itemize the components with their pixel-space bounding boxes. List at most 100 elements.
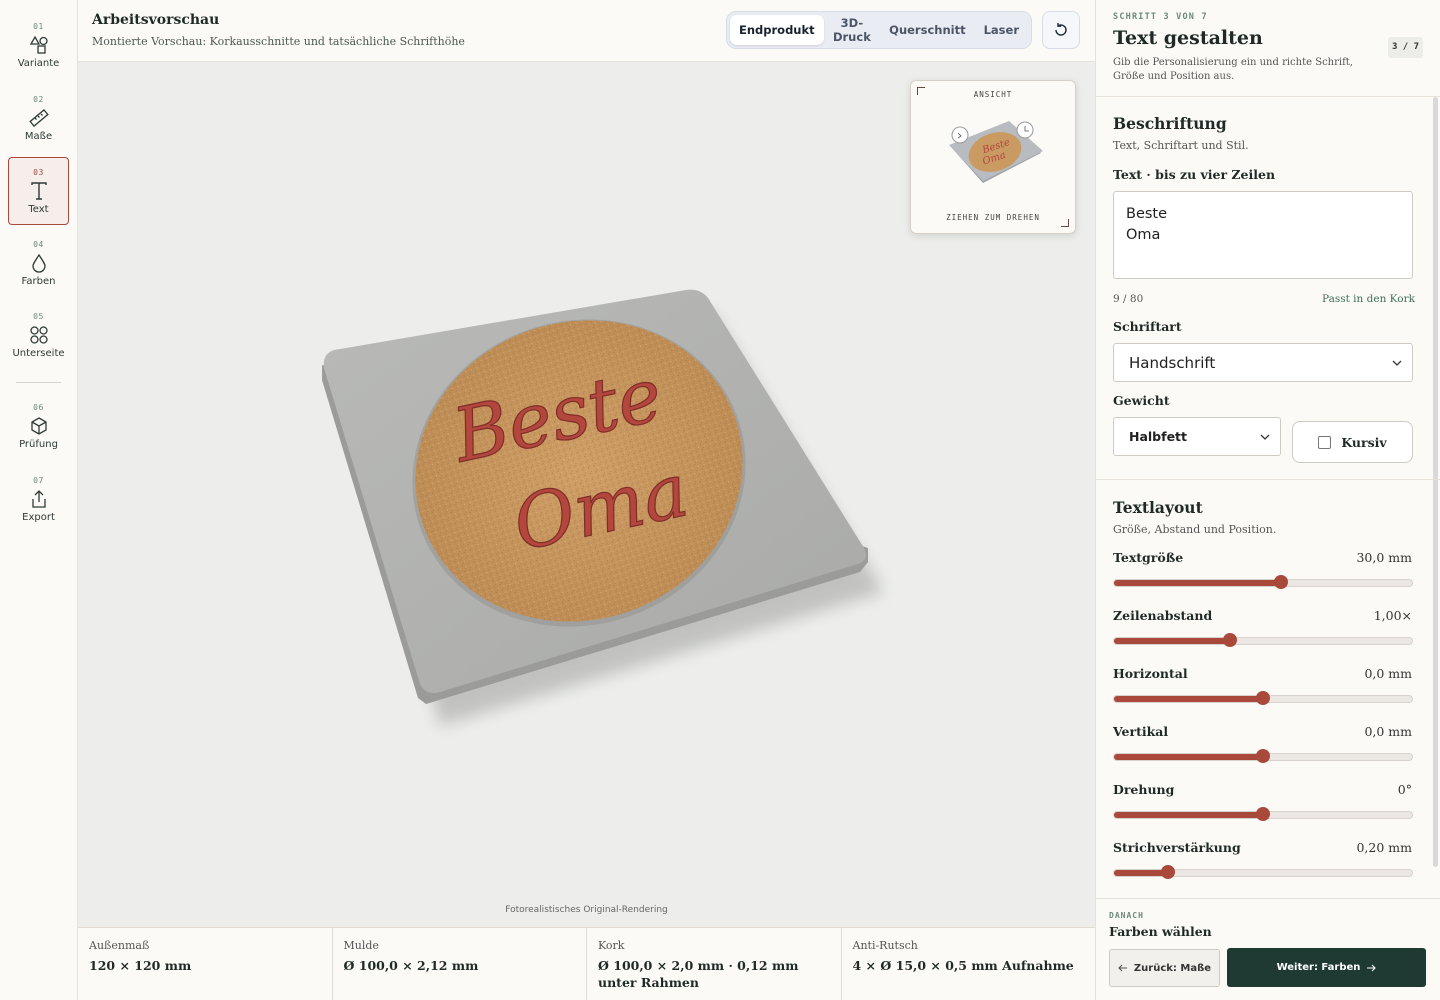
horizontal-slider[interactable]: [1113, 691, 1413, 705]
weight-select[interactable]: Halbfett: [1113, 417, 1281, 456]
divider: [1096, 96, 1440, 97]
text-icon: [30, 182, 47, 200]
step-number: 01: [33, 22, 44, 31]
chevron-down-icon: [1260, 434, 1270, 440]
weight-label: Gewicht: [1113, 393, 1170, 408]
divider: [1096, 479, 1440, 480]
tab-querschnitt[interactable]: Querschnitt: [880, 15, 974, 45]
step-variante[interactable]: 01 Variante: [8, 12, 69, 80]
text-size-value: 30,0 mm: [1356, 550, 1412, 565]
step-counter: SCHRITT 3 VON 7: [1113, 12, 1208, 22]
slider-fill: [1114, 696, 1263, 702]
section-heading-inscription: Beschriftung: [1113, 114, 1227, 133]
horizontal-value: 0,0 mm: [1364, 666, 1412, 681]
next-button[interactable]: Weiter: Farben: [1227, 948, 1426, 987]
rotate-ccw-icon: [1055, 23, 1067, 36]
spec-value: Ø 100,0 × 2,0 mm · 0,12 mm unter Rahmen: [598, 958, 799, 990]
rail-divider: [16, 382, 61, 383]
orientation-minimap[interactable]: ANSICHT Beste Oma ZIEHEN ZUM DREHEN: [910, 80, 1076, 234]
section-subheading-inscription: Text, Schriftart und Stil.: [1113, 139, 1249, 152]
line-spacing-label: Zeilenabstand: [1113, 608, 1213, 623]
italic-toggle[interactable]: Kursiv: [1292, 421, 1413, 463]
spec-label: Kork: [598, 939, 625, 952]
chevron-down-icon: [1392, 360, 1402, 366]
step-rail: 01 Variante 02 Maße 03 Text 04 Farben 05…: [0, 0, 78, 1000]
spec-label: Mulde: [343, 939, 379, 952]
spec-value: Ø 100,0 × 2,12 mm: [343, 958, 479, 973]
step-farben[interactable]: 04 Farben: [8, 230, 69, 298]
char-count: 9 / 80: [1113, 293, 1144, 305]
3d-viewport[interactable]: Beste Oma ANSICHT Beste Oma ZIEHEN ZUM D…: [78, 62, 1095, 927]
page-title: Arbeitsvorschau: [92, 12, 220, 28]
slider-thumb[interactable]: [1256, 749, 1270, 763]
step-unterseite[interactable]: 05 Unterseite: [8, 302, 69, 370]
font-select[interactable]: Handschrift: [1113, 343, 1413, 382]
vertical-label: Vertikal: [1113, 724, 1169, 739]
arrow-left-icon: [1118, 964, 1127, 972]
step-pruefung[interactable]: 06 Prüfung: [8, 393, 69, 461]
droplet-icon: [31, 253, 46, 273]
step-number: 03: [33, 168, 44, 177]
panel-scrollbar[interactable]: [1433, 97, 1438, 867]
spec-label: Außenmaß: [89, 939, 150, 952]
slider-fill: [1114, 870, 1168, 876]
slider-thumb[interactable]: [1273, 575, 1288, 589]
stroke-weight-label: Strichverstärkung: [1113, 840, 1241, 855]
italic-checkbox[interactable]: [1318, 435, 1332, 449]
step-label: Farben: [21, 276, 56, 287]
step-number: 05: [33, 312, 44, 321]
rotation-value: 0°: [1397, 782, 1412, 797]
tab-laser[interactable]: Laser: [975, 15, 1028, 45]
font-select-value: Handschrift: [1129, 353, 1216, 372]
section-heading-layout: Textlayout: [1113, 498, 1203, 517]
reset-view-button[interactable]: [1042, 11, 1080, 49]
tab-3d-druck[interactable]: 3D-Druck: [824, 15, 881, 45]
spec-aussenmass: Außenmaß 120 × 120 mm: [78, 928, 333, 1000]
step-export[interactable]: 07 Export: [8, 466, 69, 534]
step-label: Unterseite: [12, 348, 65, 359]
step-footer: DANACH Farben wählen Zurück: Maße Weiter…: [1096, 898, 1440, 1000]
stroke-weight-value: 0,20 mm: [1356, 840, 1412, 855]
next-step-title: Farben wählen: [1109, 924, 1212, 939]
minimap-hint: ZIEHEN ZUM DREHEN: [946, 213, 1040, 222]
line-spacing-slider[interactable]: [1113, 633, 1413, 647]
spec-kork: Kork Ø 100,0 × 2,0 mm · 0,12 mm unter Ra…: [587, 928, 842, 1000]
slider-fill: [1114, 580, 1281, 586]
italic-label: Kursiv: [1341, 434, 1387, 450]
spec-value: 4 × Ø 15,0 × 0,5 mm Aufnahme: [852, 958, 1074, 973]
share-icon: [31, 490, 46, 508]
settings-panel: SCHRITT 3 VON 7 Text gestalten Gib die P…: [1095, 0, 1440, 1000]
arrow-right-icon: [1367, 964, 1377, 971]
slider-fill: [1114, 812, 1263, 818]
step-text[interactable]: 03 Text: [8, 157, 69, 225]
step-label: Export: [22, 512, 55, 523]
spec-label: Anti-Rutsch: [852, 939, 918, 952]
back-button[interactable]: Zurück: Maße: [1109, 949, 1220, 987]
rotation-slider[interactable]: [1113, 807, 1413, 821]
step-masse[interactable]: 02 Maße: [8, 85, 69, 153]
stroke-weight-slider[interactable]: [1113, 865, 1413, 879]
vertical-slider[interactable]: [1113, 749, 1413, 763]
next-caption: DANACH: [1109, 911, 1144, 920]
panel-description: Gib die Personalisierung ein und richte …: [1113, 57, 1353, 82]
slider-thumb[interactable]: [1160, 865, 1175, 879]
text-field-label: Text · bis zu vier Zeilen: [1113, 167, 1276, 182]
slider-fill: [1114, 754, 1263, 760]
slider-thumb[interactable]: [1256, 691, 1270, 705]
slider-thumb[interactable]: [1223, 633, 1238, 647]
circles-icon: [29, 326, 48, 344]
slider-thumb[interactable]: [1256, 807, 1270, 821]
next-button-label: Weiter: Farben: [1276, 962, 1361, 973]
inscription-textarea[interactable]: [1113, 191, 1413, 279]
step-badge: 3 / 7: [1388, 37, 1423, 58]
text-size-slider[interactable]: [1113, 575, 1413, 589]
render-caption: Fotorealistisches Original-Rendering: [505, 905, 668, 915]
weight-select-value: Halbfett: [1129, 429, 1187, 444]
slider-fill: [1114, 638, 1231, 644]
cube-icon: [30, 417, 47, 435]
step-number: 07: [33, 476, 44, 485]
rotation-label: Drehung: [1113, 782, 1175, 797]
tab-endprodukt[interactable]: Endprodukt: [730, 15, 824, 45]
step-label: Text: [28, 204, 49, 215]
vertical-value: 0,0 mm: [1364, 724, 1412, 739]
